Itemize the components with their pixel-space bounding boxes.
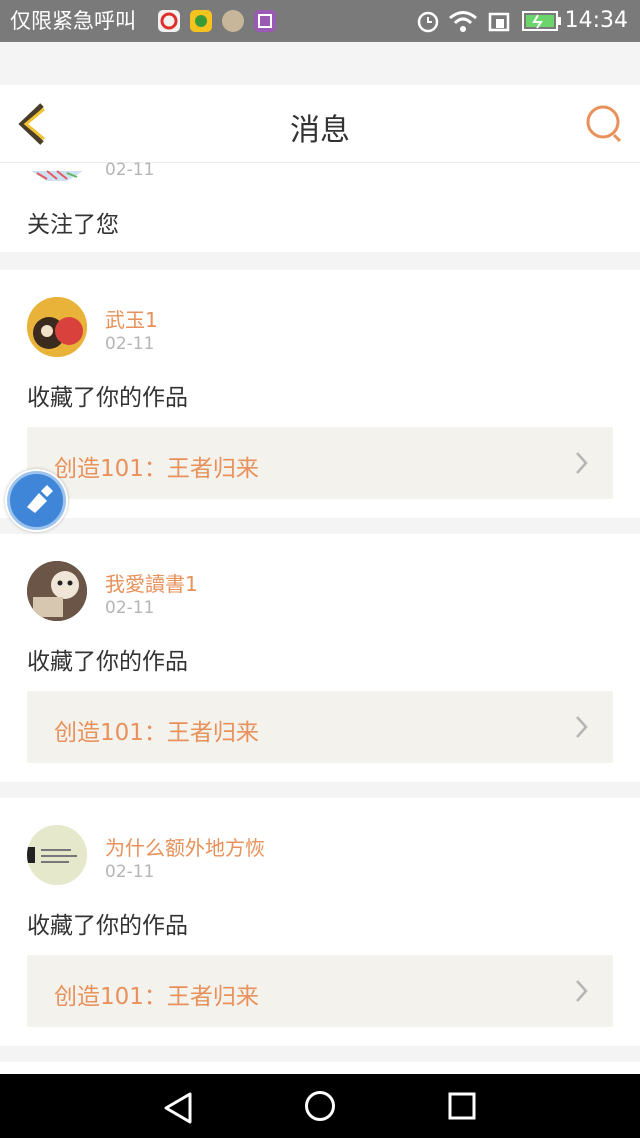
- wifi-icon: [449, 11, 477, 32]
- weibo-icon: [158, 10, 180, 32]
- work-link[interactable]: 创造101：王者归来: [27, 955, 613, 1027]
- message-card[interactable]: 武玉1 02-11 收藏了你的作品 创造101：王者归来: [0, 270, 640, 518]
- avatar: [31, 170, 83, 181]
- alarm-icon: [417, 11, 439, 33]
- work-link[interactable]: 创造101：王者归来: [27, 427, 613, 499]
- wechat-icon: [190, 10, 212, 32]
- work-title: 创造101：王者归来: [54, 720, 259, 746]
- clock: 14:34: [564, 8, 628, 33]
- chevron-right-icon: [576, 980, 588, 1002]
- chevron-right-icon: [576, 716, 588, 738]
- cleaner-brush-icon: [7, 471, 66, 530]
- nav-recent-icon[interactable]: [448, 1092, 476, 1120]
- work-title: 创造101：王者归来: [54, 456, 259, 482]
- message-card[interactable]: [0, 1062, 640, 1074]
- search-button[interactable]: [584, 103, 626, 145]
- nav-back-icon[interactable]: [162, 1091, 194, 1125]
- message-action: 关注了您: [27, 212, 119, 238]
- work-link[interactable]: 创造101：王者归来: [27, 691, 613, 763]
- user-name[interactable]: 我愛讀書1: [105, 568, 198, 597]
- message-card[interactable]: 为什么额外地方恢 02-11 收藏了你的作品 创造101：王者归来: [0, 798, 640, 1046]
- avatar[interactable]: [27, 825, 87, 885]
- message-action: 收藏了你的作品: [27, 385, 188, 411]
- system-nav-bar: [0, 1074, 640, 1138]
- message-date: 02-11: [105, 598, 155, 618]
- user-name[interactable]: 武玉1: [105, 304, 158, 333]
- nav-home-icon[interactable]: [304, 1090, 336, 1122]
- carrier-text: 仅限紧急呼叫: [10, 9, 136, 33]
- message-card[interactable]: 02-11 关注了您: [0, 160, 640, 252]
- floating-cleaner-button[interactable]: [5, 469, 68, 532]
- portrait-app-icon: [222, 10, 244, 32]
- chevron-right-icon: [576, 452, 588, 474]
- avatar[interactable]: [27, 297, 87, 357]
- avatar[interactable]: [27, 561, 87, 621]
- message-action: 收藏了你的作品: [27, 913, 188, 939]
- search-icon: [586, 105, 622, 143]
- title-bar: 消息: [0, 85, 640, 163]
- message-date: 02-11: [105, 160, 155, 180]
- battery-icon: [522, 11, 561, 31]
- message-date: 02-11: [105, 862, 155, 882]
- message-date: 02-11: [105, 334, 155, 354]
- message-action: 收藏了你的作品: [27, 649, 188, 675]
- sim-icon: [488, 12, 510, 32]
- user-name[interactable]: 为什么额外地方恢: [105, 832, 265, 861]
- status-bar: 仅限紧急呼叫 14:34: [0, 0, 640, 42]
- page-title: 消息: [290, 113, 350, 148]
- message-card[interactable]: 我愛讀書1 02-11 收藏了你的作品 创造101：王者归来: [0, 534, 640, 782]
- gallery-app-icon: [254, 10, 276, 32]
- work-title: 创造101：王者归来: [54, 984, 259, 1010]
